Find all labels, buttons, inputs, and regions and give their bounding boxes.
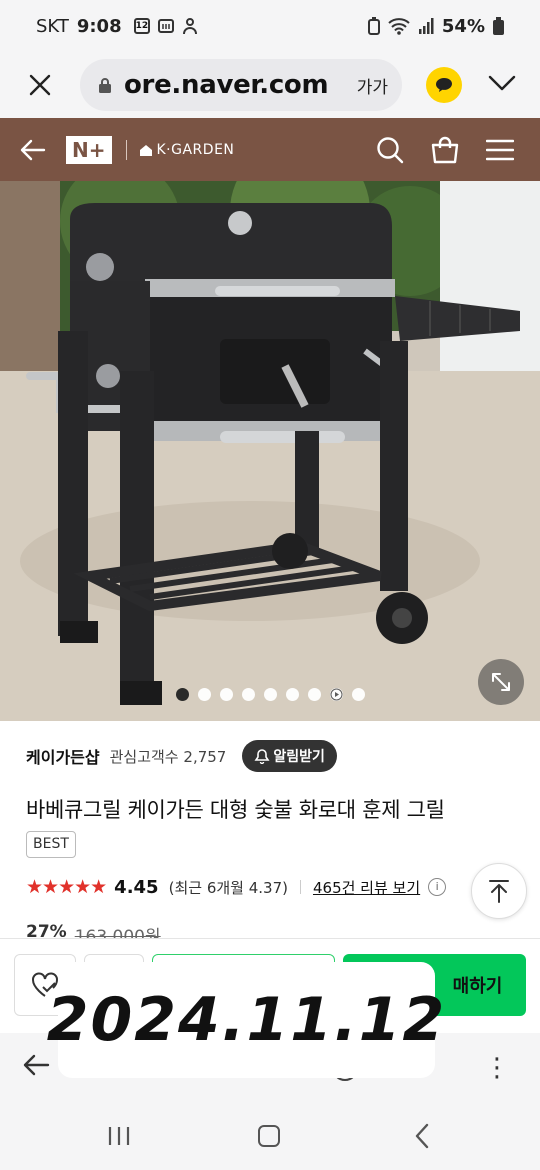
info-icon[interactable]: i <box>428 878 447 896</box>
status-bar: SKT 9:08 12 54% <box>0 0 540 52</box>
best-badge: BEST <box>26 831 76 858</box>
system-back-icon[interactable] <box>414 1123 430 1149</box>
recent-apps-icon[interactable] <box>107 1125 131 1147</box>
expand-image-button[interactable] <box>478 659 524 705</box>
bbq-grill-photo <box>0 181 540 721</box>
menu-expand-button[interactable] <box>488 75 516 95</box>
gallery-dot-video[interactable] <box>329 688 343 701</box>
wifi-icon <box>388 18 410 35</box>
search-icon[interactable] <box>376 136 404 164</box>
store-name-link[interactable]: 케이가든샵 <box>26 744 100 768</box>
close-tab-button[interactable] <box>0 52 80 118</box>
home-icon[interactable] <box>258 1125 280 1147</box>
back-button[interactable] <box>0 139 66 161</box>
followers-value: 2,757 <box>183 747 227 766</box>
gallery-pagination <box>0 688 540 701</box>
browser-back-icon[interactable] <box>22 1053 50 1077</box>
date-stamp-overlay: 2024.11.12 <box>47 962 444 1078</box>
buy-now-label: 매하기 <box>452 976 503 997</box>
rating-row: ★★★★★ 4.45 (최근 6개월 4.37) 465건 리뷰 보기 i <box>26 876 447 898</box>
alarm-label: 알림받기 <box>273 749 325 765</box>
clock: 9:08 <box>76 15 122 37</box>
close-icon <box>29 74 51 96</box>
product-image-gallery[interactable] <box>0 181 540 721</box>
address-bar[interactable]: ore.naver.com 가가 <box>80 59 402 111</box>
star-rating-icon: ★★★★★ <box>26 876 107 898</box>
battery-saver-icon <box>367 17 380 35</box>
messenger-notification-icon <box>157 19 174 33</box>
arrow-up-icon <box>489 880 509 903</box>
date-stamp-text: 2024.11.12 <box>46 985 447 1055</box>
gallery-dot-3[interactable] <box>219 688 233 701</box>
gallery-dot-4[interactable] <box>241 688 255 701</box>
review-link[interactable]: 465건 리뷰 보기 <box>313 877 420 898</box>
browser-toolbar: ore.naver.com 가가 <box>0 52 540 118</box>
expand-arrows-icon <box>492 673 510 691</box>
signal-icon <box>418 18 434 34</box>
carrier-label: SKT <box>36 15 69 37</box>
battery-percent: 54% <box>441 15 485 37</box>
chat-bubble-icon <box>436 78 452 92</box>
text-size-button[interactable]: 가가 <box>357 73 388 98</box>
url-text: ore.naver.com <box>124 70 329 100</box>
calendar-notification-icon: 12 <box>133 18 150 34</box>
recent-rating: (최근 6개월 4.37) <box>168 878 288 897</box>
rating-value: 4.45 <box>114 876 159 898</box>
rating-divider <box>299 880 301 894</box>
gallery-dot-2[interactable] <box>197 688 211 701</box>
naver-plus-mark: N+ <box>66 135 112 164</box>
logo-divider <box>125 139 127 160</box>
play-icon <box>330 688 342 701</box>
gallery-dot-6[interactable] <box>285 688 299 701</box>
followers-label: 관심고객수 <box>109 747 179 766</box>
gallery-dot-5[interactable] <box>263 688 277 701</box>
store-info-row: 케이가든샵 관심고객수 2,757 알림받기 <box>26 740 337 772</box>
chevron-down-icon <box>488 75 516 91</box>
bell-plus-icon <box>254 749 270 764</box>
hamburger-menu-icon[interactable] <box>486 139 514 161</box>
gallery-dot-1[interactable] <box>175 688 189 701</box>
system-nav-bar <box>0 1105 540 1170</box>
talk-button[interactable] <box>426 67 462 103</box>
battery-icon <box>493 17 504 35</box>
house-icon <box>139 144 152 156</box>
scroll-to-top-button[interactable] <box>471 863 527 919</box>
product-title: 바베큐그릴 케이가든 대형 숯불 화로대 훈제 그릴 <box>26 798 445 822</box>
naver-plus-logo[interactable]: N+ K·GARDEN <box>66 135 235 164</box>
store-header: N+ K·GARDEN <box>0 118 540 181</box>
followers-count: 관심고객수 2,757 <box>110 746 227 767</box>
store-brand-name: K·GARDEN <box>156 141 235 158</box>
arrow-left-icon <box>20 139 46 160</box>
alarm-subscribe-button[interactable]: 알림받기 <box>242 740 337 772</box>
store-brand[interactable]: K·GARDEN <box>139 142 235 158</box>
shopping-bag-icon[interactable] <box>430 136 460 164</box>
lock-icon <box>99 78 111 93</box>
gallery-dot-9[interactable] <box>351 688 365 701</box>
person-notification-icon <box>182 18 197 35</box>
more-options-icon[interactable]: ⋮ <box>484 1053 510 1083</box>
gallery-dot-7[interactable] <box>307 688 321 701</box>
